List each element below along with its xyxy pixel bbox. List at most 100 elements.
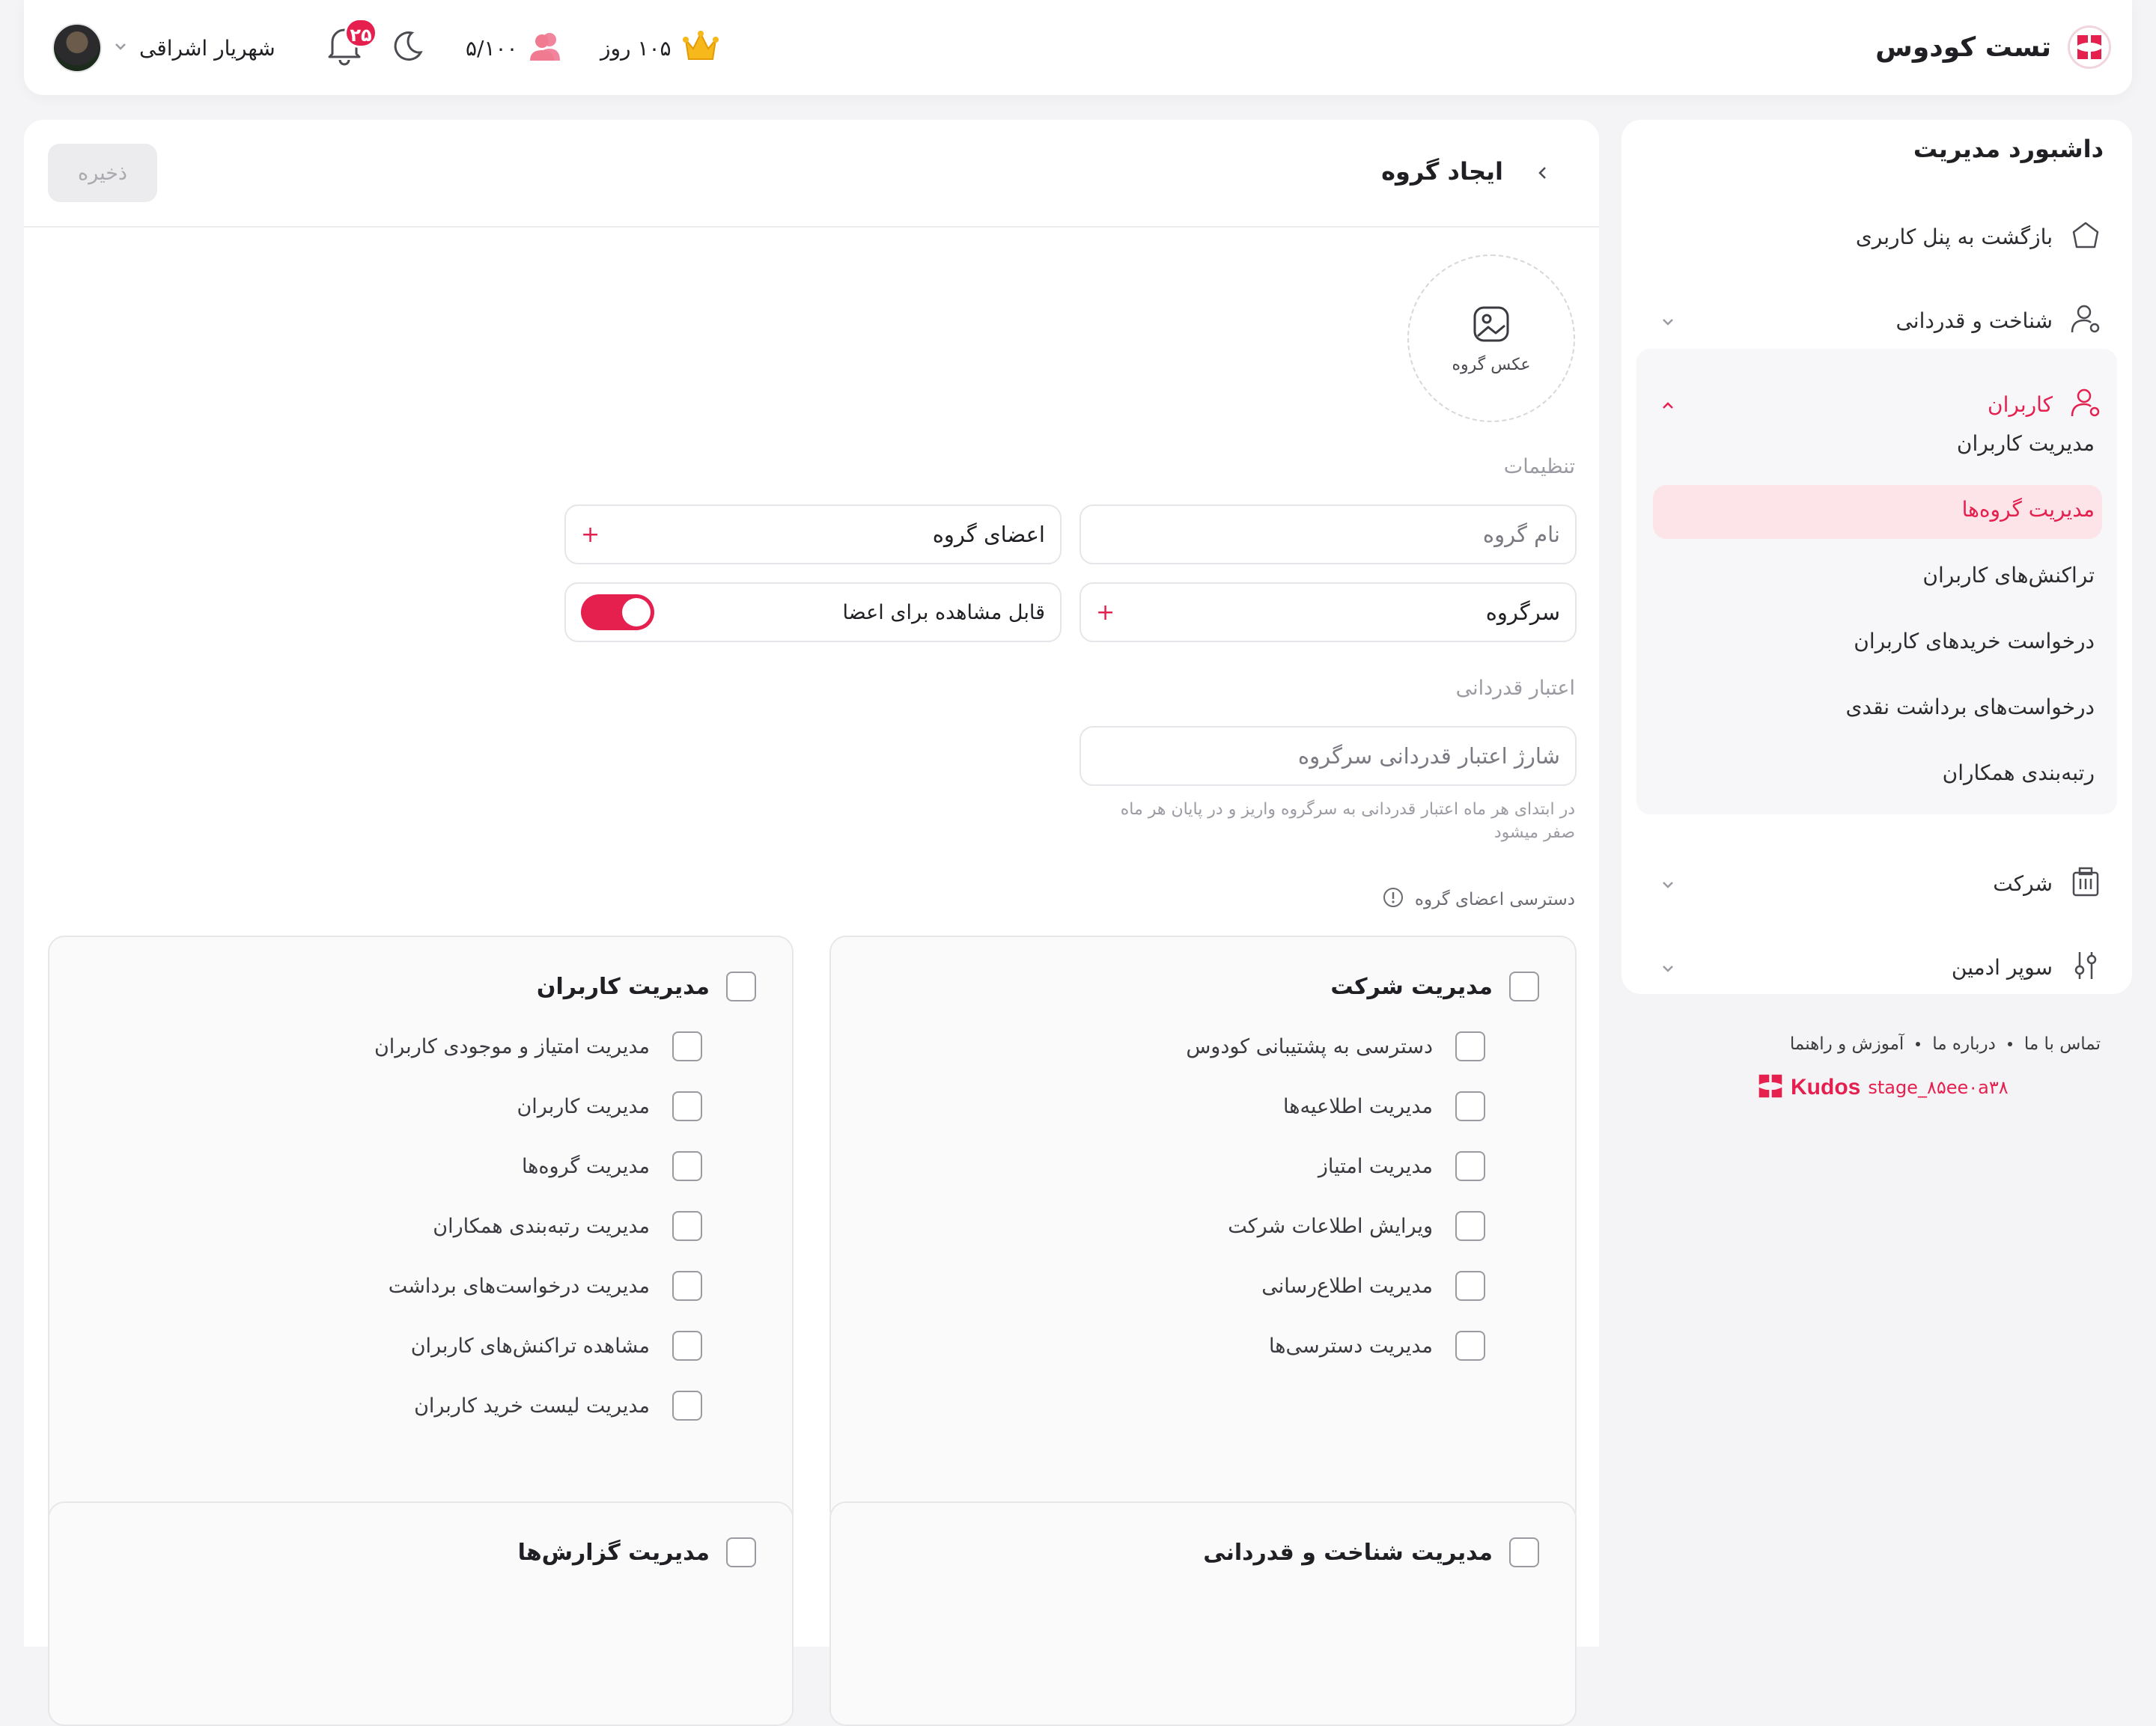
sidebar-item-users[interactable]: کاربران	[1988, 382, 2102, 427]
plus-icon[interactable]: +	[1096, 600, 1115, 626]
chevron-down-icon[interactable]	[1659, 876, 1677, 894]
supervisor-label: سرگروه	[1485, 600, 1560, 625]
sidebar-subitem-purchase-requests[interactable]: درخواست خریدهای کاربران	[1854, 629, 2095, 653]
sidebar-subitem-colleague-ranking[interactable]: رتبه‌بندی همکاران	[1943, 760, 2095, 785]
image-icon	[1470, 303, 1512, 348]
bell-icon	[325, 28, 364, 70]
sidebar-item-recognition[interactable]: شناخت و قدردانی	[1895, 298, 2102, 343]
select-all-checkbox[interactable]	[1509, 972, 1539, 1001]
sidebar-item-label: شرکت	[1993, 870, 2053, 896]
permission-label: مدیریت امتیاز	[1318, 1154, 1433, 1178]
permission-checkbox[interactable]	[672, 1091, 702, 1121]
permission-checkbox[interactable]	[672, 1151, 702, 1181]
back-chevron-icon[interactable]	[1533, 163, 1553, 183]
sidebar-item-label: کاربران	[1988, 391, 2053, 417]
card-title: مدیریت شرکت	[1330, 973, 1493, 1000]
permission-row: مدیریت امتیاز و موجودی کاربران	[374, 1031, 702, 1061]
dark-mode-toggle[interactable]	[389, 25, 425, 70]
building-icon	[2069, 865, 2102, 901]
access-label: دسترسی اعضای گروه	[1414, 890, 1575, 909]
kudos-logo-icon	[1758, 1073, 1783, 1102]
sidebar-subitem-cash-withdrawals[interactable]: درخواست‌های برداشت نقدی	[1845, 695, 2095, 719]
chevron-down-icon[interactable]	[1659, 313, 1677, 331]
chevron-up-icon[interactable]	[1659, 397, 1677, 415]
permission-checkbox[interactable]	[1455, 1211, 1485, 1241]
group-photo-upload[interactable]: عکس گروه	[1407, 254, 1575, 422]
permission-checkbox[interactable]	[672, 1391, 702, 1421]
footer-links: تماس با ما درباره ما آموزش و راهنما	[1790, 1034, 2101, 1054]
permission-card-recognition: مدیریت شناخت و قدردانی	[829, 1501, 1577, 1726]
sidebar-subitem-manage-groups[interactable]: مدیریت گروه‌ها	[1962, 497, 2095, 522]
card-header: مدیریت کاربران	[537, 972, 756, 1001]
footer-version: Kudos stage_۸۵ee۰a۳۸	[1758, 1073, 2009, 1102]
permission-label: مدیریت اطلاع‌رسانی	[1261, 1274, 1433, 1298]
user-name: شهریار اشراقی	[139, 35, 275, 61]
permission-row: مدیریت لیست خرید کاربران	[414, 1391, 702, 1421]
help-link[interactable]: آموزش و راهنما	[1790, 1034, 1904, 1054]
credit-label: اعتبار قدردانی	[1455, 677, 1575, 700]
permission-checkbox[interactable]	[1455, 1031, 1485, 1061]
permission-card-users: مدیریت کاربران مدیریت امتیاز و موجودی کا…	[48, 936, 794, 1584]
permission-label: دسترسی به پشتیبانی کودوس	[1186, 1034, 1433, 1058]
contact-link[interactable]: تماس با ما	[2024, 1034, 2101, 1054]
permission-checkbox[interactable]	[672, 1211, 702, 1241]
toggle-knob	[622, 598, 651, 626]
user-menu[interactable]: شهریار اشراقی	[52, 23, 275, 73]
permission-row: مشاهده تراکنش‌های کاربران	[411, 1331, 702, 1361]
group-name-field[interactable]: نام گروه	[1079, 504, 1577, 564]
dot-separator	[2007, 1042, 2012, 1046]
select-all-checkbox[interactable]	[1509, 1537, 1539, 1567]
moon-icon	[389, 28, 425, 67]
permission-label: ویرایش اطلاعات شرکت	[1228, 1214, 1433, 1238]
supervisor-field[interactable]: سرگروه +	[1079, 582, 1577, 642]
visible-toggle[interactable]	[581, 594, 654, 630]
chevron-down-icon[interactable]	[1659, 960, 1677, 978]
page-title: ایجاد گروه	[1381, 157, 1503, 186]
permission-label: مدیریت دسترسی‌ها	[1269, 1334, 1433, 1358]
permission-card-company: مدیریت شرکت دسترسی به پشتیبانی کودوس مدی…	[829, 936, 1577, 1527]
sidebar-item-back-to-panel[interactable]: بازگشت به پنل کاربری	[1856, 214, 2102, 259]
about-link[interactable]: درباره ما	[1932, 1034, 1996, 1054]
sidebar: داشبورد مدیریت بازگشت به پنل کاربری شناخ…	[1621, 120, 2132, 994]
permission-label: مدیریت گروه‌ها	[521, 1154, 650, 1178]
permission-checkbox[interactable]	[1455, 1091, 1485, 1121]
sidebar-item-label: سوپر ادمین	[1951, 954, 2053, 980]
permission-row: مدیریت درخواست‌های برداشت	[389, 1271, 702, 1301]
permission-checkbox[interactable]	[672, 1331, 702, 1361]
user-gear-icon	[2069, 302, 2102, 338]
notifications-button[interactable]: ۲۵	[325, 18, 377, 70]
group-members-field[interactable]: اعضای گروه +	[564, 504, 1062, 564]
brand[interactable]: تست کودوس	[1875, 25, 2111, 70]
group-name-placeholder: نام گروه	[1482, 522, 1560, 547]
permission-row: مدیریت گروه‌ها	[522, 1151, 702, 1181]
version-text: stage_۸۵ee۰a۳۸	[1868, 1077, 2009, 1098]
sidebar-subitem-manage-users[interactable]: مدیریت کاربران	[1957, 431, 2095, 456]
credit-field[interactable]: شارژ اعتبار قدردانی سرگروه	[1079, 726, 1577, 786]
permission-row: مدیریت اطلاع‌رسانی	[1261, 1271, 1485, 1301]
notification-badge: ۲۵	[344, 18, 377, 48]
permission-checkbox[interactable]	[1455, 1151, 1485, 1181]
permission-checkbox[interactable]	[1455, 1331, 1485, 1361]
subscription-days: ۱۰۵ روز	[600, 25, 719, 70]
kudos-logo-icon	[2068, 25, 2111, 69]
select-all-checkbox[interactable]	[726, 1537, 756, 1567]
info-icon[interactable]	[1382, 886, 1404, 913]
permission-checkbox[interactable]	[672, 1271, 702, 1301]
select-all-checkbox[interactable]	[726, 972, 756, 1001]
sidebar-item-super-admin[interactable]: سوپر ادمین	[1952, 945, 2102, 989]
save-button[interactable]: ذخیره	[48, 144, 157, 202]
permission-checkbox[interactable]	[672, 1031, 702, 1061]
dot-separator	[1916, 1042, 1921, 1046]
plus-icon[interactable]: +	[581, 522, 600, 548]
permission-checkbox[interactable]	[1455, 1271, 1485, 1301]
permission-label: مدیریت کاربران	[517, 1094, 650, 1118]
permission-card-reports: مدیریت گزارش‌ها	[48, 1501, 794, 1726]
sidebar-title: داشبورد مدیریت	[1913, 135, 2104, 163]
top-header: تست کودوس ۱۰۵ روز ۵/۱۰۰ ۲۵ شهریار اشراقی	[24, 0, 2132, 95]
days-text: ۱۰۵ روز	[600, 35, 672, 61]
card-title: مدیریت شناخت و قدردانی	[1203, 1539, 1493, 1566]
permission-row: مدیریت رتبه‌بندی همکاران	[433, 1211, 702, 1241]
permission-row: دسترسی به پشتیبانی کودوس	[1186, 1031, 1485, 1061]
sidebar-item-company[interactable]: شرکت	[1993, 861, 2102, 906]
sidebar-subitem-user-transactions[interactable]: تراکنش‌های کاربران	[1922, 563, 2095, 588]
